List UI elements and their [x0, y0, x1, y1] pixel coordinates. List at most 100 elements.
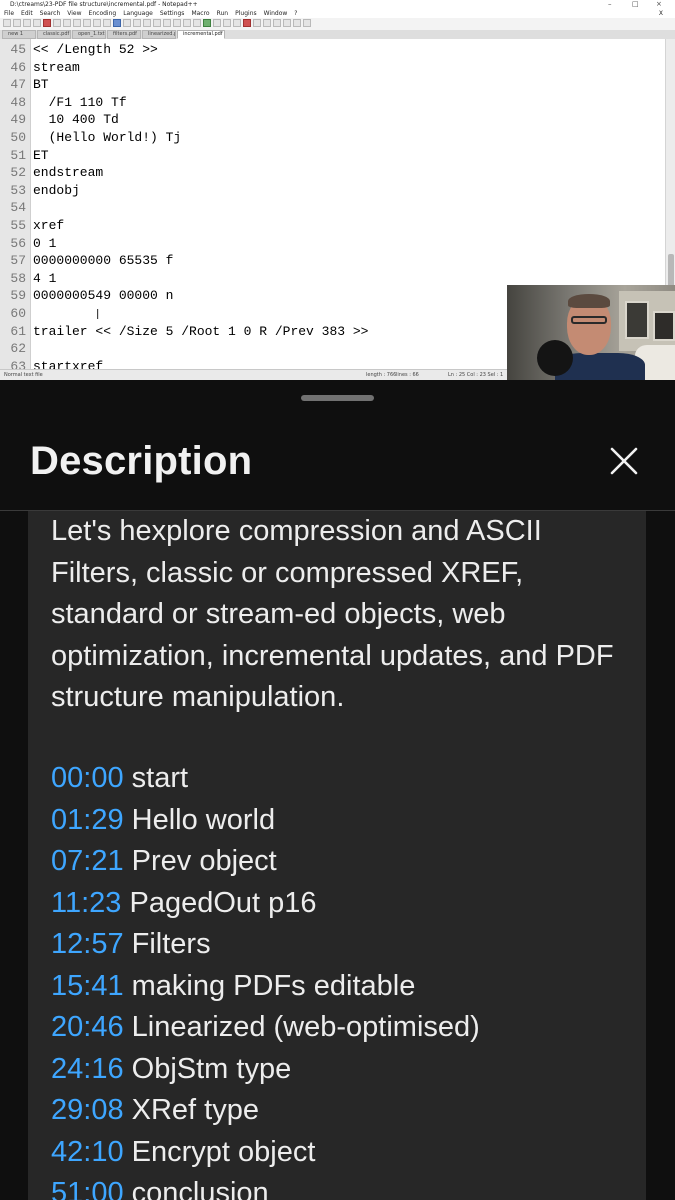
toolbar-button[interactable] [193, 19, 201, 27]
code-line: 49 10 400 Td [0, 111, 665, 129]
minimize-icon: – [608, 0, 612, 8]
line-text: endobj [33, 182, 80, 198]
toolbar-button[interactable] [53, 19, 61, 27]
toolbar-button[interactable] [213, 19, 221, 27]
toolbar-button[interactable] [163, 19, 171, 27]
chapter-item: 29:08 XRef type [51, 1090, 631, 1132]
menu-item[interactable]: Window [264, 9, 288, 18]
chapter-timestamp-link[interactable]: 12:57 [51, 928, 124, 960]
video-player[interactable]: D:\ctreams\23-PDF file structure\increme… [0, 0, 675, 380]
toolbar-button[interactable] [183, 19, 191, 27]
menu-item[interactable]: Search [40, 9, 61, 18]
chapter-timestamp-link[interactable]: 15:41 [51, 970, 124, 1002]
code-line: 48 /F1 110 Tf [0, 94, 665, 112]
line-number: 61 [10, 323, 26, 339]
code-line: 57 0000000000 65535 f [0, 252, 665, 270]
chapter-item: 15:41 making PDFs editable [51, 966, 631, 1008]
close-button[interactable] [600, 437, 648, 485]
menu-item[interactable]: ? [294, 9, 297, 18]
chapter-timestamp-link[interactable]: 11:23 [51, 887, 121, 919]
line-text: 0000000000 65535 f [33, 253, 174, 269]
menu-item[interactable]: File [4, 9, 14, 18]
file-tab[interactable]: filters.pdf [107, 30, 141, 39]
toolbar-button[interactable] [123, 19, 131, 27]
line-number: 47 [10, 77, 26, 93]
toolbar-button[interactable] [243, 19, 251, 27]
toolbar-button[interactable] [223, 19, 231, 27]
file-tab[interactable]: new 1 [2, 30, 36, 39]
file-tab[interactable]: linearized.pdf [142, 30, 176, 39]
line-text [29, 340, 33, 358]
file-tab[interactable]: incremental.pdf [177, 30, 225, 39]
line-text: endstream [33, 165, 104, 181]
chapter-label: Prev object [131, 845, 277, 877]
line-number: 45 [10, 42, 26, 57]
line-number: 51 [10, 147, 26, 163]
toolbar-button[interactable] [263, 19, 271, 27]
toolbar-button[interactable] [103, 19, 111, 27]
line-number: 58 [10, 270, 26, 286]
window-title-bar: D:\ctreams\23-PDF file structure\increme… [0, 0, 675, 9]
menu-item[interactable]: Edit [21, 9, 33, 18]
toolbar-button[interactable] [33, 19, 41, 27]
toolbar-button[interactable] [233, 19, 241, 27]
code-line: 46 stream [0, 59, 665, 77]
toolbar-button[interactable] [23, 19, 31, 27]
menu-bar: File Edit Search View Encoding Language Settin… [0, 9, 675, 18]
file-tab[interactable]: open_1.txt [72, 30, 106, 39]
chapter-timestamp-link[interactable]: 24:16 [51, 1053, 124, 1085]
file-tab[interactable]: classic.pdf [37, 30, 71, 39]
chapter-label: Linearized (web-optimised) [131, 1011, 480, 1043]
toolbar-button[interactable] [153, 19, 161, 27]
drag-handle[interactable] [301, 395, 374, 401]
chapter-list: 00:00 start 01:29 Hello world 07:21 Prev o… [51, 758, 631, 1200]
line-text: (Hello World!) Tj [33, 129, 182, 145]
chapter-timestamp-link[interactable]: 51:00 [51, 1177, 124, 1200]
line-text: stream [33, 59, 80, 75]
chapter-item: 24:16 ObjStm type [51, 1049, 631, 1091]
code-line: 51 ET [0, 147, 665, 165]
menu-item[interactable]: View [67, 9, 81, 18]
toolbar-button[interactable] [133, 19, 141, 27]
toolbar-button[interactable] [143, 19, 151, 27]
chapter-timestamp-link[interactable]: 29:08 [51, 1094, 124, 1126]
chapter-timestamp-link[interactable]: 20:46 [51, 1011, 124, 1043]
menu-item[interactable]: Plugins [235, 9, 257, 18]
chapter-item: 01:29 Hello world [51, 800, 631, 842]
line-number: 53 [10, 182, 26, 198]
status-file-type: Normal text file [4, 372, 43, 378]
toolbar-button[interactable] [203, 19, 211, 27]
menu-item[interactable]: Encoding [89, 9, 117, 18]
chapter-timestamp-link[interactable]: 01:29 [51, 804, 124, 836]
toolbar-button[interactable] [73, 19, 81, 27]
toolbar-button[interactable] [13, 19, 21, 27]
toolbar-button[interactable] [303, 19, 311, 27]
chapter-timestamp-link[interactable]: 07:21 [51, 845, 124, 877]
toolbar-button[interactable] [273, 19, 281, 27]
menu-item[interactable]: Language [123, 9, 153, 18]
toolbar-button[interactable] [283, 19, 291, 27]
line-text: 0000000549 00000 n [33, 288, 174, 304]
toolbar-button[interactable] [113, 19, 121, 27]
toolbar-button[interactable] [293, 19, 301, 27]
line-text: ET [33, 147, 49, 163]
toolbar-button[interactable] [253, 19, 261, 27]
chapter-timestamp-link[interactable]: 00:00 [51, 762, 124, 794]
toolbar-button[interactable] [93, 19, 101, 27]
chapter-timestamp-link[interactable]: 42:10 [51, 1136, 124, 1168]
chapter-label: conclusion [131, 1177, 269, 1200]
chapter-label: Hello world [131, 803, 276, 836]
toolbar-button[interactable] [43, 19, 51, 27]
toolbar-button[interactable] [83, 19, 91, 27]
toolbar-button[interactable] [63, 19, 71, 27]
menu-item[interactable]: Settings [160, 9, 185, 18]
code-line: 50 (Hello World!) Tj [0, 129, 665, 147]
menu-item[interactable]: Run [217, 9, 229, 18]
status-length: length : 766 [366, 372, 397, 378]
toolbar-button[interactable] [173, 19, 181, 27]
menu-item[interactable]: Macro [191, 9, 209, 18]
code-line: 47 BT [0, 76, 665, 94]
toolbar-button[interactable] [3, 19, 11, 27]
line-number: 63 [10, 358, 26, 369]
chapter-item: 20:46 Linearized (web-optimised) [51, 1007, 631, 1049]
